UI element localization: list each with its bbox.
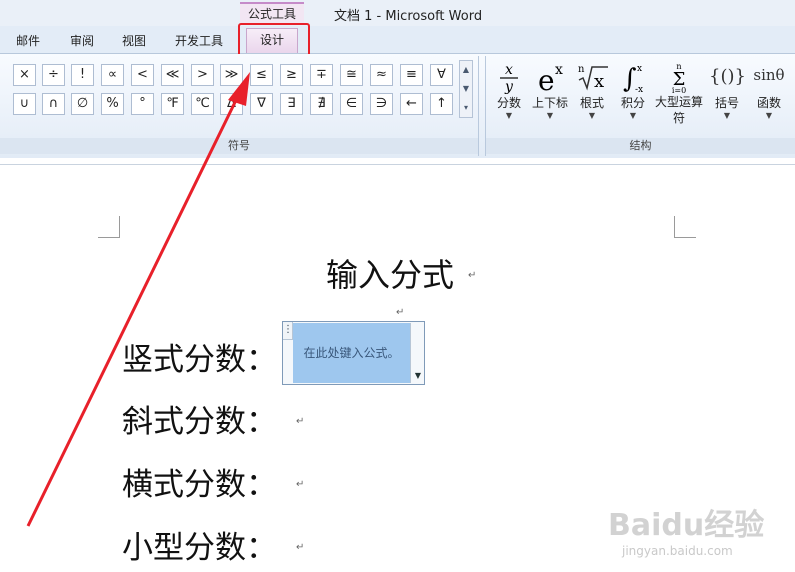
watermark-brand: Baidu经验 xyxy=(608,508,765,543)
annotation-arrow xyxy=(26,72,250,527)
watermark-url: jingyan.baidu.com xyxy=(622,544,733,558)
watermark: Baidu经验 jingyan.baidu.com xyxy=(608,500,768,558)
